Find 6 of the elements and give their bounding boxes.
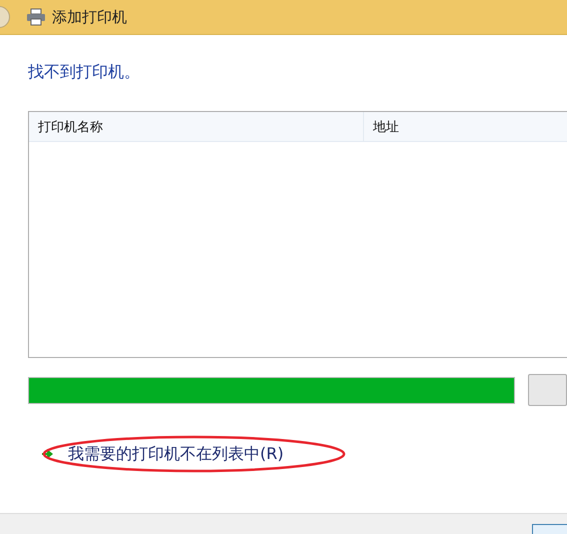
stop-button[interactable] (528, 374, 567, 406)
window-title: 添加打印机 (52, 8, 127, 26)
column-header[interactable]: 打印机名称 (29, 112, 364, 141)
printer-icon (26, 8, 46, 26)
column-header[interactable]: 地址 (364, 112, 567, 141)
page-heading: 找不到打印机。 (28, 62, 141, 83)
